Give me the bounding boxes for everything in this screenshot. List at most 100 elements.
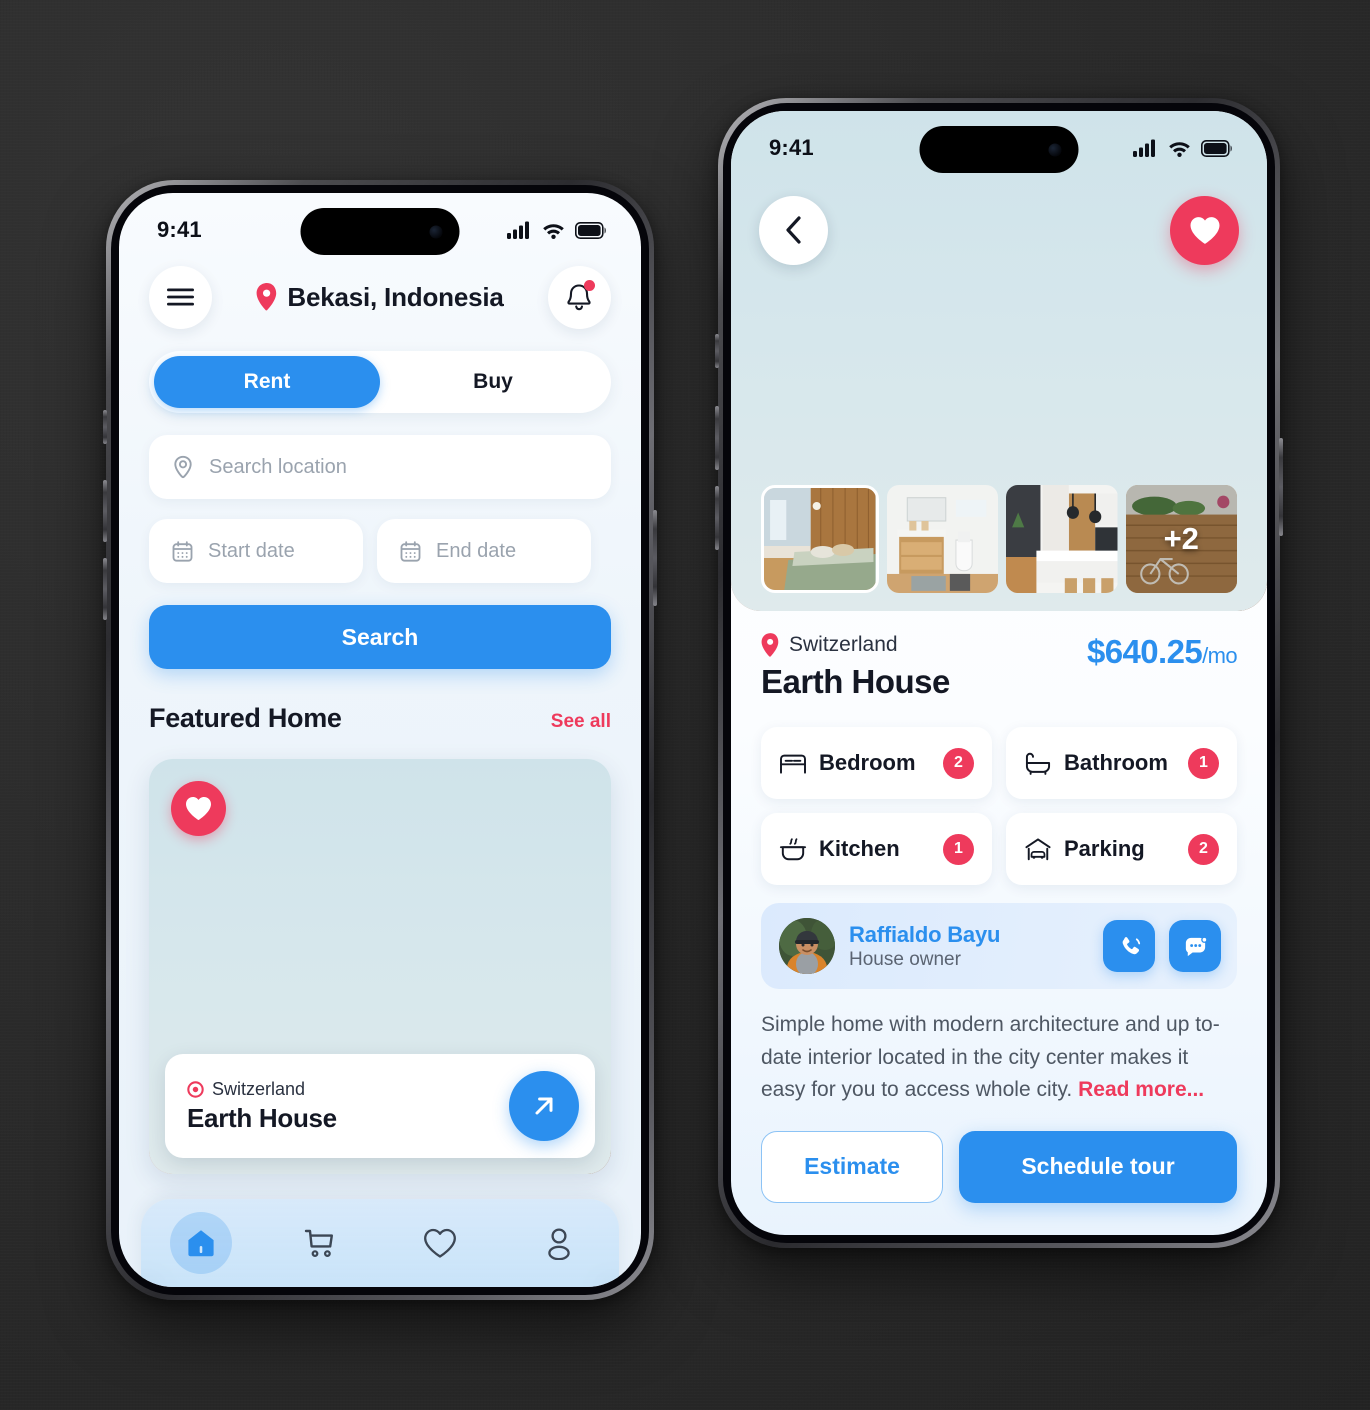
front-camera-icon <box>1048 143 1062 156</box>
amenity-bedroom-label: Bedroom <box>819 750 916 775</box>
open-property-button[interactable] <box>509 1071 579 1141</box>
price-period: /mo <box>1202 643 1237 668</box>
estimate-button[interactable]: Estimate <box>761 1130 943 1203</box>
mute-switch[interactable] <box>103 410 107 444</box>
app-header: Bekasi, Indonesia <box>119 265 641 329</box>
chat-message-icon <box>1185 936 1208 956</box>
cellular-signal-icon <box>1133 139 1155 157</box>
property-name: Earth House <box>187 1102 337 1133</box>
amenity-kitchen-label: Kitchen <box>819 836 900 861</box>
message-owner-button[interactable] <box>1169 920 1221 972</box>
owner-role: House owner <box>849 948 961 970</box>
search-button[interactable]: Search <box>149 605 611 669</box>
thumbnail-kitchen[interactable] <box>1006 485 1118 593</box>
bathtub-icon <box>1025 752 1051 775</box>
property-location: Switzerland <box>187 1079 337 1100</box>
detail-property-name: Earth House <box>761 663 950 700</box>
battery-icon <box>1201 139 1232 157</box>
favorite-button[interactable] <box>171 781 226 836</box>
kitchen-photo <box>1006 485 1118 593</box>
end-date-input[interactable]: End date <box>377 519 591 583</box>
power-button[interactable] <box>1279 438 1283 536</box>
location-pin-icon <box>187 1080 204 1098</box>
cellular-signal-icon <box>507 221 529 239</box>
featured-section-header: Featured Home See all <box>149 703 611 734</box>
phone-mockup-detail: +2 9:41 Switzerland Earth House $640.25/… <box>715 98 1283 1248</box>
featured-property-card[interactable]: Switzerland Earth House <box>149 759 611 1174</box>
heart-filled-icon <box>1190 216 1219 244</box>
detail-title-row: Switzerland Earth House $640.25/mo <box>761 611 1238 701</box>
shopping-cart-icon <box>305 1229 334 1257</box>
amenity-parking-label: Parking <box>1064 836 1145 861</box>
tab-cart[interactable] <box>261 1212 381 1274</box>
rent-buy-toggle: Rent Buy <box>149 351 611 413</box>
detail-location-text: Switzerland <box>789 633 898 656</box>
bottom-tab-bar <box>141 1199 619 1287</box>
volume-down-button[interactable] <box>715 486 719 550</box>
phone-mockup-home: 9:41 Bekasi, Indonesia Rent Buy Search l… <box>103 180 657 1300</box>
calendar-icon <box>172 540 193 562</box>
notification-badge-dot <box>584 279 595 291</box>
mute-switch[interactable] <box>715 334 719 368</box>
hamburger-menu-button[interactable] <box>149 265 212 329</box>
schedule-tour-button[interactable]: Schedule tour <box>959 1130 1237 1203</box>
thumbnail-more[interactable]: +2 <box>1125 485 1237 593</box>
amenity-kitchen[interactable]: Kitchen 1 <box>761 813 992 885</box>
property-hero-image: +2 9:41 <box>731 111 1267 611</box>
detail-price: $640.25/mo <box>1087 633 1238 671</box>
front-camera-icon <box>429 225 443 238</box>
dynamic-island <box>300 208 460 255</box>
tab-profile[interactable] <box>500 1212 620 1274</box>
chevron-left-icon <box>785 216 801 244</box>
start-date-input[interactable]: Start date <box>149 519 363 583</box>
amenity-bathroom-count: 1 <box>1188 747 1219 779</box>
current-location[interactable]: Bekasi, Indonesia <box>256 282 504 313</box>
location-pin-icon <box>761 633 779 657</box>
tab-home[interactable] <box>141 1212 261 1274</box>
hero-controls <box>759 195 1239 265</box>
end-date-placeholder: End date <box>436 539 517 562</box>
avatar <box>779 918 835 974</box>
phone1-screen: 9:41 Bekasi, Indonesia Rent Buy Search l… <box>119 193 641 1287</box>
property-info-card: Switzerland Earth House <box>165 1054 595 1158</box>
bed-icon <box>780 754 806 774</box>
tab-buy[interactable]: Buy <box>380 356 606 408</box>
start-date-placeholder: Start date <box>208 539 295 562</box>
wifi-icon <box>1169 142 1190 157</box>
featured-title: Featured Home <box>149 703 342 733</box>
tab-favorites[interactable] <box>380 1212 500 1274</box>
amenity-parking[interactable]: Parking 2 <box>1006 813 1237 885</box>
phone-call-icon <box>1122 936 1140 954</box>
tab-rent[interactable]: Rent <box>154 356 380 408</box>
back-button[interactable] <box>759 195 828 265</box>
owner-card: Raffialdo Bayu House owner <box>761 903 1237 989</box>
thumbnail-bathroom[interactable] <box>886 485 998 593</box>
thumbnail-bedroom[interactable] <box>761 485 879 593</box>
heart-filled-icon <box>186 796 211 821</box>
volume-up-button[interactable] <box>103 480 107 542</box>
arrow-up-right-icon <box>535 1097 553 1115</box>
amenity-bathroom[interactable]: Bathroom 1 <box>1006 727 1237 799</box>
detail-actions: Estimate Schedule tour <box>761 1130 1237 1203</box>
heart-outline-icon <box>423 1228 456 1258</box>
garage-car-icon <box>1025 837 1051 860</box>
wifi-icon <box>543 224 564 239</box>
favorite-button[interactable] <box>1170 195 1239 265</box>
amenity-kitchen-count: 1 <box>943 833 974 865</box>
power-button[interactable] <box>653 510 657 606</box>
volume-up-button[interactable] <box>715 406 719 470</box>
volume-down-button[interactable] <box>103 558 107 620</box>
calendar-icon <box>400 540 421 562</box>
phone2-screen: +2 9:41 Switzerland Earth House $640.25/… <box>731 111 1267 1235</box>
amenity-bedroom[interactable]: Bedroom 2 <box>761 727 992 799</box>
property-detail-panel: Switzerland Earth House $640.25/mo Bedro… <box>731 611 1267 1235</box>
hamburger-menu-icon <box>167 288 194 306</box>
see-all-link[interactable]: See all <box>551 711 611 733</box>
cooking-pot-icon <box>779 837 807 860</box>
notifications-button[interactable] <box>548 265 611 329</box>
search-location-input[interactable]: Search location <box>149 435 611 499</box>
property-location-text: Switzerland <box>212 1078 306 1099</box>
read-more-link[interactable]: Read more... <box>1078 1078 1204 1101</box>
property-description: Simple home with modern architecture and… <box>761 1009 1237 1107</box>
call-owner-button[interactable] <box>1103 920 1155 972</box>
